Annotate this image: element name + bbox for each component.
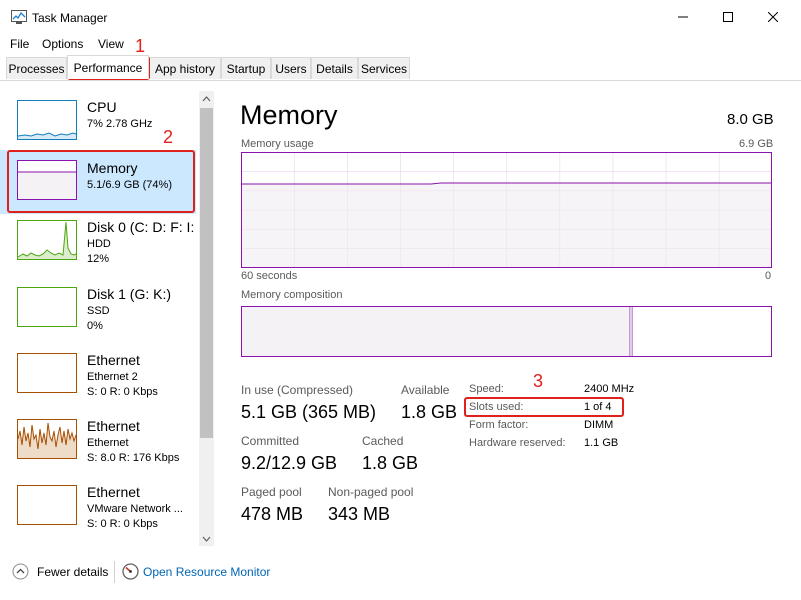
- sidebar-item-disk-1[interactable]: Disk 1 (G: K:) SSD 0%: [0, 282, 196, 346]
- speed-value: 2400 MHz: [584, 383, 635, 395]
- task-manager-icon: [11, 10, 27, 24]
- sidebar-item-ethernet[interactable]: Ethernet Ethernet S: 8.0 R: 176 Kbps: [0, 414, 196, 478]
- hardware-reserved-value: 1.1 GB: [584, 437, 619, 449]
- available-value: 1.8 GB: [401, 402, 458, 422]
- disk-0-thumbnail-graph: [17, 220, 77, 260]
- tab-startup[interactable]: Startup: [221, 57, 271, 79]
- usage-graph-label: Memory usage: [241, 138, 314, 150]
- composition-graph-label: Memory composition: [241, 289, 343, 301]
- sidebar-item-detail: Ethernet 2: [87, 371, 138, 383]
- tab-strip: Processes Performance App history Startu…: [0, 55, 801, 81]
- menu-file[interactable]: File: [10, 37, 29, 51]
- sidebar-item-detail: 7% 2.78 GHz: [87, 118, 153, 130]
- cpu-thumbnail-graph: [17, 100, 77, 140]
- close-icon: [768, 12, 778, 22]
- sidebar-item-value: S: 0 R: 0 Kbps: [87, 386, 158, 398]
- menu-options[interactable]: Options: [42, 37, 83, 51]
- in-use-label: In use (Compressed): [241, 383, 354, 397]
- hardware-reserved-label: Hardware reserved:: [469, 437, 566, 449]
- minimize-icon: [678, 16, 688, 18]
- sidebar-item-value: S: 0 R: 0 Kbps: [87, 518, 158, 530]
- sidebar-item-value: S: 8.0 R: 176 Kbps: [87, 452, 180, 464]
- sidebar-item-disk-0[interactable]: Disk 0 (C: D: F: I: HDD 12%: [0, 215, 196, 279]
- tab-app-history[interactable]: App history: [149, 57, 221, 79]
- sidebar-item-detail: SSD: [87, 305, 110, 317]
- tab-processes[interactable]: Processes: [6, 57, 67, 79]
- page-title: Memory: [240, 100, 338, 130]
- window-title: Task Manager: [32, 11, 108, 25]
- title-bar: Task Manager: [0, 0, 801, 34]
- available-label: Available: [401, 383, 450, 397]
- sidebar-item-detail: VMware Network ...: [87, 503, 183, 515]
- sidebar-item-ethernet-vmware[interactable]: Ethernet VMware Network ... S: 0 R: 0 Kb…: [0, 480, 196, 544]
- close-button[interactable]: [750, 0, 796, 34]
- sidebar-item-label: Ethernet: [87, 352, 140, 368]
- form-factor-value: DIMM: [584, 419, 614, 431]
- graph-time-right: 0: [765, 270, 772, 282]
- open-resource-monitor-link[interactable]: Open Resource Monitor: [143, 565, 270, 579]
- in-use-value: 5.1 GB (365 MB): [241, 402, 377, 422]
- highlight-box-slots: [464, 397, 624, 417]
- disk-1-thumbnail-graph: [17, 287, 77, 327]
- sidebar-item-label: Ethernet: [87, 418, 140, 434]
- tab-details[interactable]: Details: [311, 57, 358, 79]
- memory-composition-bar: [241, 306, 772, 357]
- paged-pool-label: Paged pool: [241, 485, 302, 499]
- chevron-up-icon[interactable]: [12, 563, 29, 580]
- sidebar-scrollbar-thumb[interactable]: [200, 108, 213, 438]
- sidebar-item-value: 0%: [87, 320, 103, 332]
- annotation-number-3: 3: [533, 371, 544, 391]
- committed-label: Committed: [241, 434, 300, 448]
- maximize-button[interactable]: [705, 0, 751, 34]
- maximize-icon: [723, 12, 733, 22]
- minimize-button[interactable]: [660, 0, 706, 34]
- memory-usage-graph: [241, 152, 772, 268]
- form-factor-label: Form factor:: [469, 419, 529, 431]
- tab-users[interactable]: Users: [271, 57, 311, 79]
- tab-performance[interactable]: Performance: [67, 55, 149, 79]
- sidebar-item-detail: Ethernet: [87, 437, 129, 449]
- sidebar-item-ethernet-2[interactable]: Ethernet Ethernet 2 S: 0 R: 0 Kbps: [0, 348, 196, 412]
- footer-bar: Fewer details Open Resource Monitor: [0, 553, 801, 600]
- sidebar-item-label: CPU: [87, 99, 117, 115]
- cached-value: 1.8 GB: [362, 453, 419, 473]
- cached-label: Cached: [362, 434, 404, 448]
- annotation-number-2: 2: [163, 127, 174, 147]
- sidebar-item-detail: HDD: [87, 238, 111, 250]
- graph-time-left: 60 seconds: [241, 270, 298, 282]
- scroll-down-arrow-icon[interactable]: [200, 534, 213, 544]
- ethernet-thumbnail-graph: [17, 419, 77, 459]
- footer-divider: [114, 561, 115, 583]
- sidebar-item-label: Disk 1 (G: K:): [87, 286, 172, 302]
- annotation-number-1: 1: [135, 36, 146, 56]
- non-paged-pool-value: 343 MB: [328, 504, 391, 524]
- non-paged-pool-label: Non-paged pool: [328, 485, 414, 499]
- scroll-up-arrow-icon[interactable]: [200, 94, 213, 104]
- fewer-details-button[interactable]: Fewer details: [37, 565, 108, 579]
- usage-graph-max: 6.9 GB: [739, 138, 774, 150]
- ethernet-thumbnail-graph: [17, 485, 77, 525]
- highlight-box-memory: [7, 150, 195, 213]
- speed-label: Speed:: [469, 383, 504, 395]
- sidebar-item-label: Disk 0 (C: D: F: I:: [87, 219, 195, 235]
- paged-pool-value: 478 MB: [241, 504, 304, 524]
- sidebar-item-label: Ethernet: [87, 484, 140, 500]
- resource-monitor-icon: [122, 563, 139, 580]
- sidebar-item-value: 12%: [87, 253, 110, 265]
- memory-total: 8.0 GB: [727, 111, 774, 128]
- menu-view[interactable]: View: [98, 37, 124, 51]
- committed-value: 9.2/12.9 GB: [241, 453, 338, 473]
- tab-services[interactable]: Services: [358, 57, 410, 79]
- ethernet-thumbnail-graph: [17, 353, 77, 393]
